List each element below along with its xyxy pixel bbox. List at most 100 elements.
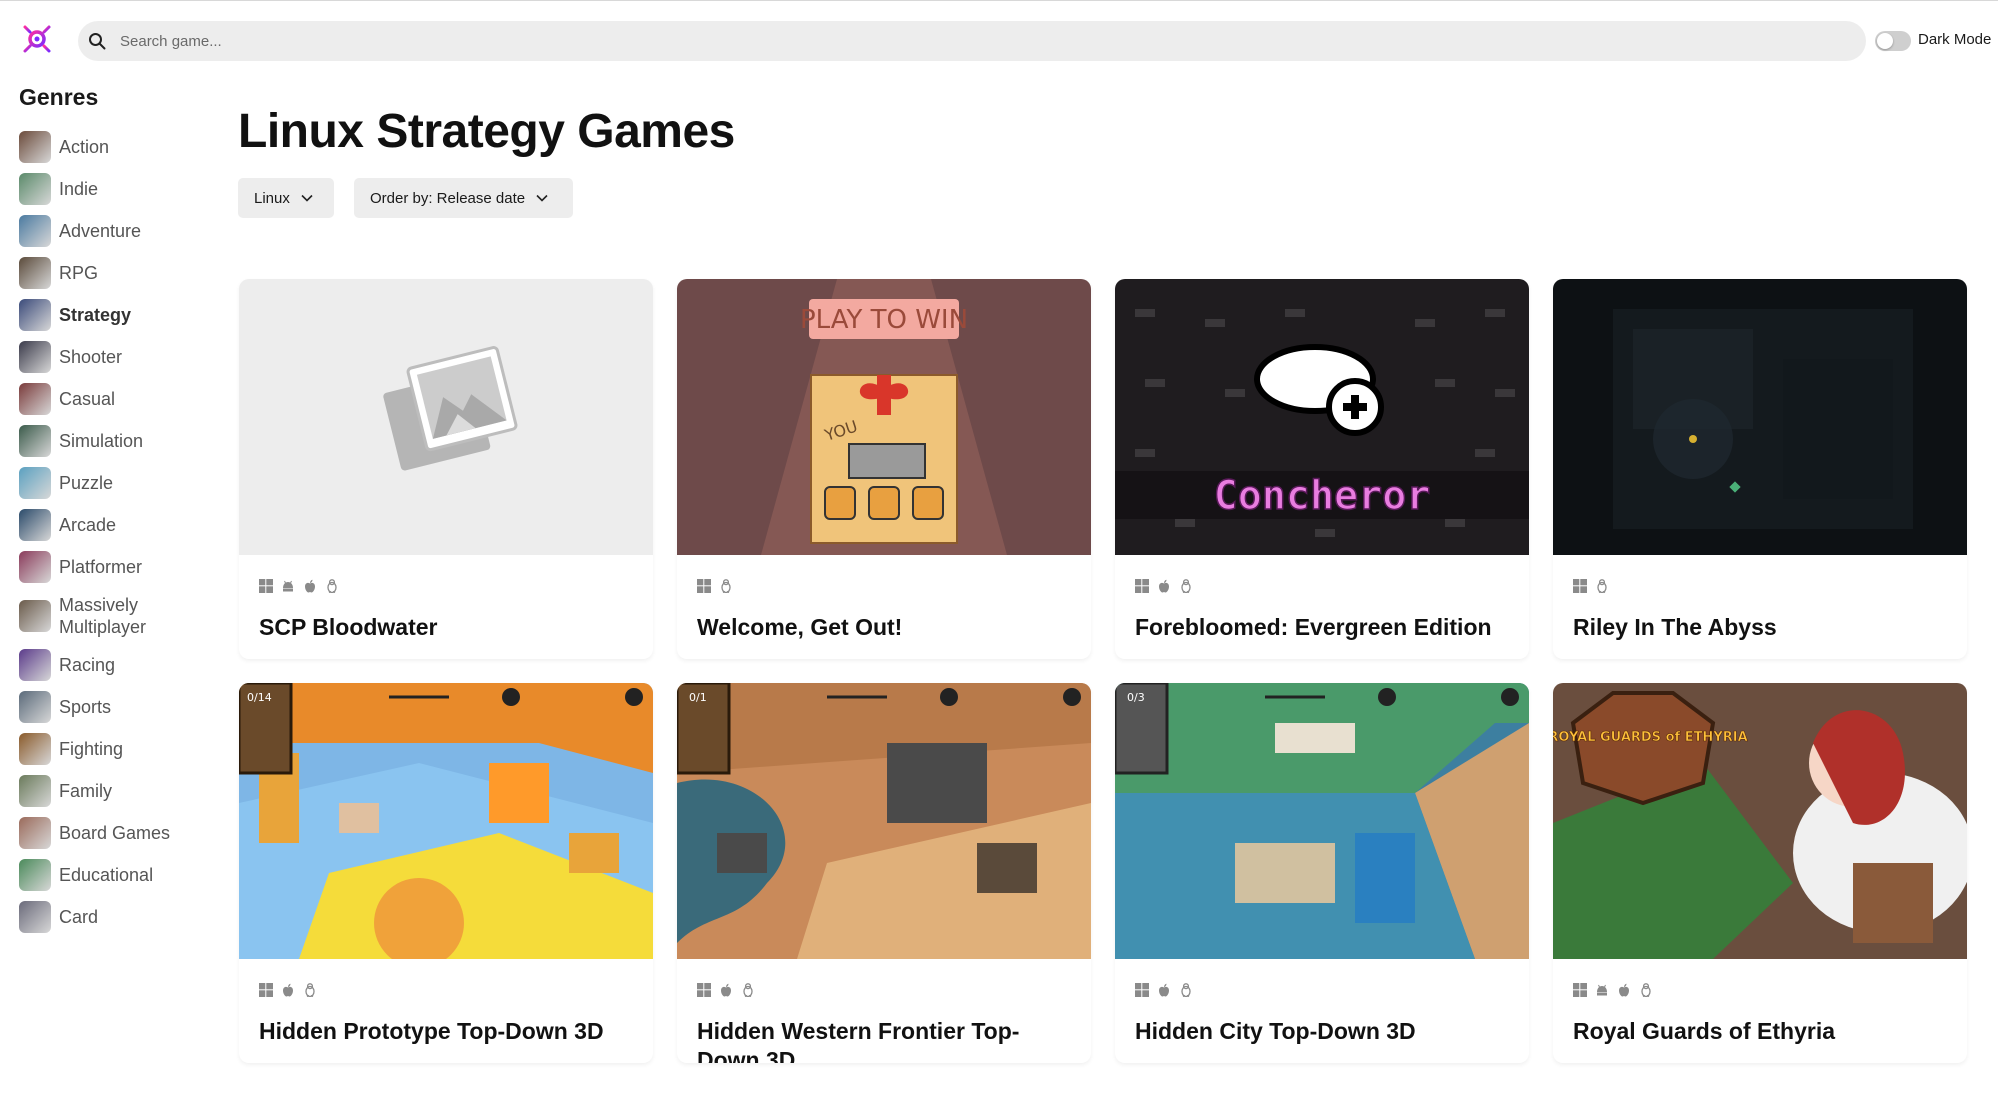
sidebar-genre-action[interactable]: Action <box>19 126 199 168</box>
cover-art: 0/14 <box>239 683 653 959</box>
game-title[interactable]: SCP Bloodwater <box>259 613 639 642</box>
game-title[interactable]: Hidden Prototype Top-Down 3D <box>259 1017 639 1046</box>
genre-label: Educational <box>59 865 154 885</box>
windows-icon <box>1135 983 1149 1002</box>
linux-icon <box>1179 983 1193 1002</box>
search-bar[interactable] <box>78 21 1866 61</box>
apple-icon <box>1157 579 1171 598</box>
sidebar-genre-puzzle[interactable]: Puzzle <box>19 462 199 504</box>
sidebar-genre-platformer[interactable]: Platformer <box>19 546 199 588</box>
sidebar-genre-massively-multiplayer[interactable]: Massively Multiplayer <box>19 588 199 644</box>
sidebar-genre-racing[interactable]: Racing <box>19 644 199 686</box>
game-title[interactable]: Hidden City Top-Down 3D <box>1135 1017 1515 1046</box>
game-title[interactable]: Welcome, Get Out! <box>697 613 1077 642</box>
genre-thumbnail <box>19 649 51 681</box>
sidebar-genre-strategy[interactable]: Strategy <box>19 294 199 336</box>
genre-thumbnail <box>19 509 51 541</box>
sidebar-genre-family[interactable]: Family <box>19 770 199 812</box>
sidebar-genre-simulation[interactable]: Simulation <box>19 420 199 462</box>
cover-art: ROYAL GUARDS of ETHYRIA <box>1553 691 1967 959</box>
platform-filter-dropdown[interactable]: Linux <box>238 178 334 218</box>
sidebar-genre-educational[interactable]: Educational <box>19 854 199 896</box>
cover-logo-text: Concheror <box>1214 473 1431 519</box>
sidebar-genre-board-games[interactable]: Board Games <box>19 812 199 854</box>
platform-icons <box>1135 579 1193 598</box>
genre-label: Arcade <box>59 515 117 535</box>
genre-label: Platformer <box>59 557 143 577</box>
genre-label: Casual <box>59 389 116 409</box>
game-card[interactable]: Concheror Forebloomed: Evergreen Edition <box>1115 279 1529 659</box>
genre-thumbnail <box>19 173 51 205</box>
genre-thumbnail <box>19 600 51 632</box>
linux-icon <box>1179 579 1193 598</box>
sidebar-genre-rpg[interactable]: RPG <box>19 252 199 294</box>
game-cover-image <box>1553 279 1967 555</box>
linux-icon <box>1595 579 1609 598</box>
game-card[interactable]: Riley In The Abyss <box>1553 279 1967 659</box>
platform-icons <box>1573 983 1653 1002</box>
sidebar-genre-shooter[interactable]: Shooter <box>19 336 199 378</box>
platform-filter-label: Linux <box>254 189 290 207</box>
game-title[interactable]: Forebloomed: Evergreen Edition <box>1135 613 1515 642</box>
cover-art <box>1613 309 1913 529</box>
sidebar-genre-indie[interactable]: Indie <box>19 168 199 210</box>
genre-thumbnail <box>19 131 51 163</box>
windows-icon <box>697 579 711 598</box>
cover-hud-counter: 0/1 <box>689 691 707 704</box>
game-card[interactable]: ROYAL GUARDS of ETHYRIA Royal Guards of … <box>1553 683 1967 1063</box>
game-title[interactable]: Royal Guards of Ethyria <box>1573 1017 1953 1046</box>
genre-label: Adventure <box>59 221 142 241</box>
cover-hud-counter: 0/14 <box>247 691 272 704</box>
cover-logo-text: ROYAL GUARDS of ETHYRIA <box>1553 730 1748 745</box>
genre-label: Action <box>59 137 110 157</box>
order-filter-dropdown[interactable]: Order by: Release date <box>354 178 573 218</box>
platform-icons <box>259 983 317 1002</box>
game-cover-image: 0/14 <box>239 683 653 959</box>
game-cover-image: ROYAL GUARDS of ETHYRIA <box>1553 683 1967 959</box>
chevron-down-icon <box>536 194 548 202</box>
platform-icons <box>697 983 755 1002</box>
genre-thumbnail <box>19 775 51 807</box>
game-title[interactable]: Riley In The Abyss <box>1573 613 1953 642</box>
sidebar-genre-adventure[interactable]: Adventure <box>19 210 199 252</box>
linux-icon <box>1639 983 1653 1002</box>
genre-thumbnail <box>19 215 51 247</box>
cover-art: 0/3 <box>1115 683 1529 959</box>
sidebar-genre-card[interactable]: Card <box>19 896 199 938</box>
genre-label: Massively Multiplayer <box>59 595 147 637</box>
game-card[interactable]: 0/14 Hidden Prototype Top-Down 3D <box>239 683 653 1063</box>
genre-label: RPG <box>59 263 99 283</box>
game-card[interactable]: SCP Bloodwater <box>239 279 653 659</box>
genre-thumbnail <box>19 383 51 415</box>
android-icon <box>1595 983 1609 1002</box>
search-icon <box>89 33 106 50</box>
sidebar-genre-casual[interactable]: Casual <box>19 378 199 420</box>
genre-label: Card <box>59 907 99 927</box>
android-icon <box>281 579 295 598</box>
genres-heading: Genres <box>19 84 99 110</box>
cover-hud-counter: 0/3 <box>1127 691 1145 704</box>
dark-mode-toggle[interactable] <box>1875 31 1911 51</box>
search-input[interactable] <box>120 32 1720 50</box>
linux-icon <box>741 983 755 1002</box>
genre-label: Fighting <box>59 739 124 759</box>
logo-icon[interactable] <box>17 19 57 59</box>
game-card[interactable]: 0/1 Hidden Western Frontier Top-Down 3D <box>677 683 1091 1063</box>
game-cover-image: PLAY TO WIN YOU <box>677 279 1091 555</box>
top-border <box>0 0 1998 1</box>
platform-icons <box>259 579 339 598</box>
sidebar-genre-fighting[interactable]: Fighting <box>19 728 199 770</box>
genre-thumbnail <box>19 817 51 849</box>
sidebar-genre-sports[interactable]: Sports <box>19 686 199 728</box>
cover-art: PLAY TO WIN YOU <box>761 279 1007 555</box>
game-card[interactable]: PLAY TO WIN YOU Welcome, Get Out! <box>677 279 1091 659</box>
game-cover-image: 0/1 <box>677 683 1091 959</box>
genre-thumbnail <box>19 551 51 583</box>
game-title[interactable]: Hidden Western Frontier Top-Down 3D <box>697 1017 1077 1063</box>
sidebar-genre-arcade[interactable]: Arcade <box>19 504 199 546</box>
order-filter-label: Order by: Release date <box>370 189 526 207</box>
cover-banner-text: PLAY TO WIN <box>800 305 968 335</box>
game-card[interactable]: 0/3 Hidden City Top-Down 3D <box>1115 683 1529 1063</box>
platform-icons <box>1573 579 1609 598</box>
windows-icon <box>1135 579 1149 598</box>
